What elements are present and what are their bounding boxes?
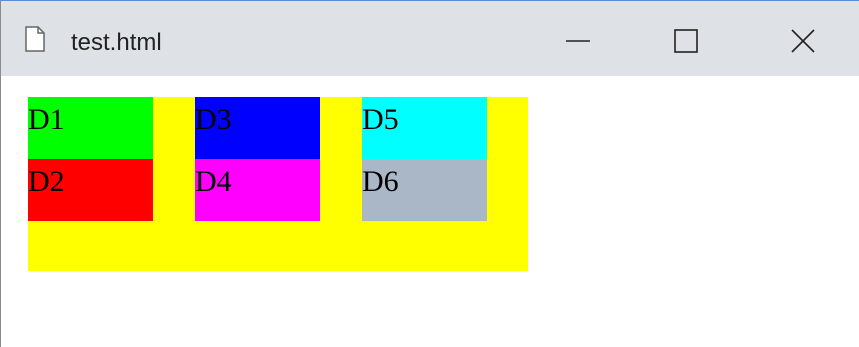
box-d6: D6 xyxy=(362,159,487,221)
box-d2: D2 xyxy=(28,159,153,221)
title-bar[interactable]: test.html xyxy=(1,1,859,76)
box-d3: D3 xyxy=(195,97,320,159)
window-title: test.html xyxy=(71,29,162,56)
maximize-icon xyxy=(674,29,698,53)
browser-window: test.html D1 D2 D3 D4 D5 D6 xyxy=(0,0,859,347)
close-button[interactable] xyxy=(773,19,833,63)
box-d4: D4 xyxy=(195,159,320,221)
minimize-button[interactable] xyxy=(548,19,608,63)
box-d5: D5 xyxy=(362,97,487,159)
maximize-button[interactable] xyxy=(656,19,716,63)
minimize-icon xyxy=(566,40,590,42)
box-d1: D1 xyxy=(28,97,153,159)
close-icon xyxy=(791,29,815,53)
document-icon xyxy=(25,26,45,52)
